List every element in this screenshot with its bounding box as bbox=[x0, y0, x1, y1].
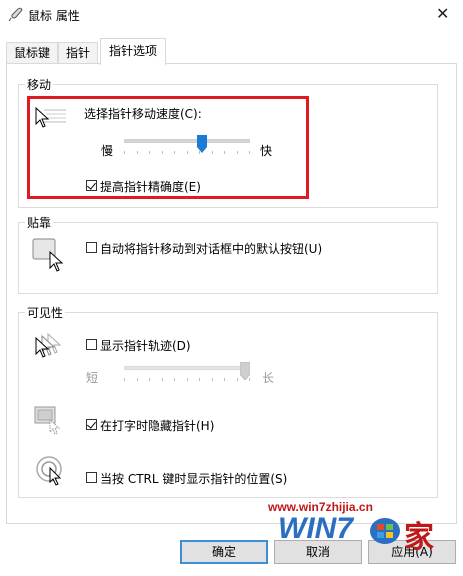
snap-to-button-icon bbox=[32, 238, 64, 272]
slider-tick bbox=[224, 378, 225, 381]
tab-pointer-options[interactable]: 指针选项 bbox=[100, 38, 166, 65]
locate-pointer-icon bbox=[36, 456, 62, 486]
slider-tick bbox=[124, 378, 125, 381]
slider-tick bbox=[237, 378, 238, 381]
slider-tick bbox=[162, 378, 163, 381]
mouse-icon bbox=[8, 7, 23, 22]
precision-label[interactable]: 提高指针精确度(E) bbox=[100, 178, 201, 195]
short-label: 短 bbox=[86, 371, 99, 385]
slider-tick bbox=[149, 378, 150, 381]
window-title: 鼠标 属性 bbox=[28, 9, 80, 23]
slider-tick bbox=[187, 151, 188, 154]
hide-pointer-icon bbox=[34, 406, 61, 435]
snap-label[interactable]: 自动将指针移动到对话框中的默认按钮(U) bbox=[100, 240, 322, 257]
slider-tick bbox=[137, 378, 138, 381]
title-bar: 鼠标 属性 ✕ bbox=[0, 0, 463, 30]
visibility-group-label: 可见性 bbox=[25, 304, 66, 321]
long-label: 长 bbox=[262, 371, 275, 385]
tab-strip: 鼠标键 指针 指针选项 bbox=[6, 38, 457, 65]
slider-tick bbox=[237, 151, 238, 154]
speed-slider[interactable] bbox=[124, 135, 250, 159]
pointer-speed-icon bbox=[35, 106, 66, 128]
trails-slider-track bbox=[124, 366, 250, 370]
slider-tick bbox=[212, 378, 213, 381]
slider-tick bbox=[187, 378, 188, 381]
tab-pointers[interactable]: 指针 bbox=[58, 42, 98, 63]
ctrl-locate-label[interactable]: 当按 CTRL 键时显示指针的位置(S) bbox=[100, 470, 287, 487]
ctrl-locate-checkbox[interactable] bbox=[86, 472, 97, 483]
slider-tick bbox=[249, 151, 250, 154]
precision-checkbox[interactable] bbox=[86, 180, 97, 191]
motion-group-label: 移动 bbox=[25, 76, 54, 93]
slow-label: 慢 bbox=[101, 144, 114, 158]
pointer-trails-icon bbox=[35, 332, 62, 358]
slider-tick bbox=[149, 151, 150, 154]
slider-tick bbox=[124, 151, 125, 154]
snap-group-label: 贴靠 bbox=[25, 214, 54, 231]
slider-tick bbox=[174, 378, 175, 381]
cancel-button[interactable]: 取消 bbox=[274, 540, 362, 564]
tab-buttons[interactable]: 鼠标键 bbox=[6, 42, 58, 63]
hide-while-typing-label[interactable]: 在打字时隐藏指针(H) bbox=[100, 417, 214, 434]
speed-label: 选择指针移动速度(C): bbox=[84, 107, 202, 121]
slider-tick bbox=[199, 378, 200, 381]
hide-while-typing-checkbox[interactable] bbox=[86, 419, 97, 430]
slider-tick bbox=[137, 151, 138, 154]
ok-button[interactable]: 确定 bbox=[180, 540, 268, 564]
speed-slider-ticks bbox=[124, 151, 250, 155]
apply-button[interactable]: 应用(A) bbox=[368, 540, 456, 564]
trails-slider-thumb[interactable] bbox=[240, 362, 250, 380]
slider-tick bbox=[212, 151, 213, 154]
snap-checkbox[interactable] bbox=[86, 242, 97, 253]
trails-label[interactable]: 显示指针轨迹(D) bbox=[100, 337, 191, 354]
close-button[interactable]: ✕ bbox=[436, 4, 449, 23]
trails-slider-ticks bbox=[124, 378, 250, 382]
speed-slider-track bbox=[124, 139, 250, 143]
slider-tick bbox=[174, 151, 175, 154]
trails-checkbox[interactable] bbox=[86, 339, 97, 350]
slider-tick bbox=[162, 151, 163, 154]
fast-label: 快 bbox=[260, 144, 273, 158]
trails-slider[interactable] bbox=[124, 362, 250, 386]
slider-tick bbox=[224, 151, 225, 154]
speed-slider-thumb[interactable] bbox=[197, 135, 207, 153]
snap-group: 贴靠 bbox=[18, 214, 438, 294]
